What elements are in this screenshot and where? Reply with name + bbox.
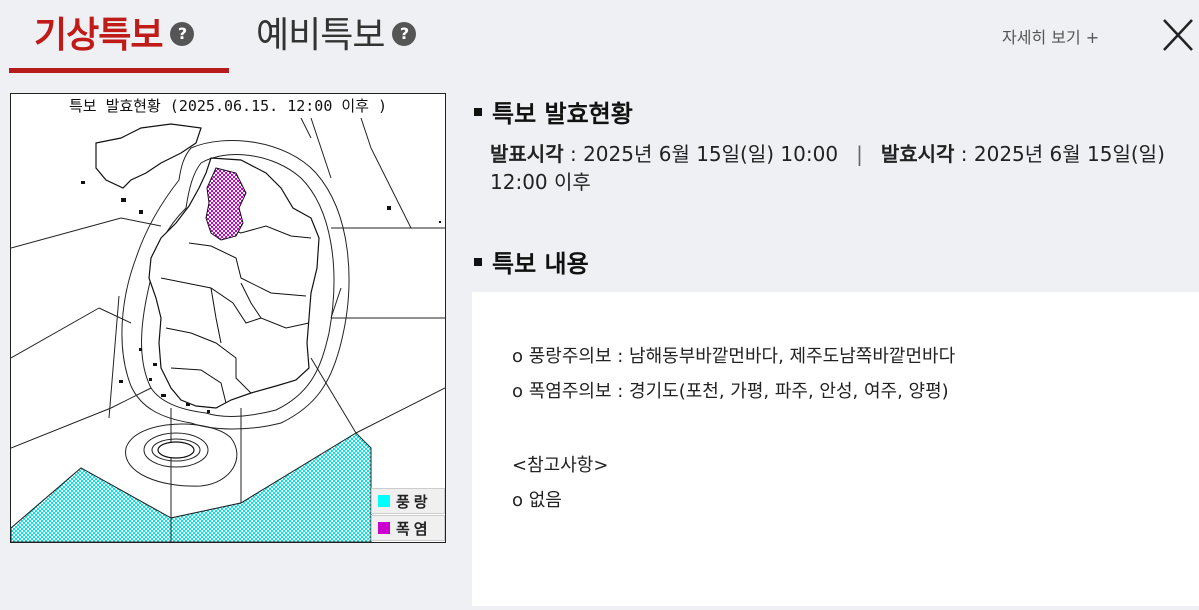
tab-preliminary-warning[interactable]: 예비특보 ?	[256, 6, 417, 58]
map-title: 특보 발효현황 (2025.06.15. 12:00 이후 )	[11, 94, 445, 118]
status-heading-text: 특보 발효현황	[492, 100, 633, 128]
korea-map	[11, 118, 445, 542]
content-line: <참고사항>	[512, 455, 609, 476]
land-outline	[95, 123, 320, 459]
active-tab-indicator	[9, 68, 229, 73]
warning-tabs: 기상특보 ? 예비특보 ?	[0, 0, 700, 74]
square-bullet-icon	[474, 257, 482, 266]
close-button[interactable]	[1158, 14, 1198, 54]
close-icon	[1163, 19, 1193, 51]
tab-weather-warning[interactable]: 기상특보 ?	[34, 6, 195, 58]
legend-swatch	[378, 495, 390, 507]
help-icon[interactable]: ?	[392, 22, 417, 46]
tab-weather-warning-label: 기상특보	[34, 15, 163, 56]
map-legend: 풍랑 폭염	[371, 488, 445, 542]
content-heading: 특보 내용	[474, 244, 589, 279]
sea-warning-area-jeju-south	[11, 467, 172, 542]
help-icon[interactable]: ?	[170, 22, 195, 46]
warning-content-box: o 풍랑주의보 : 남해동부바깥먼바다, 제주도남쪽바깥먼바다 o 폭염주의보 …	[472, 292, 1199, 606]
legend-swatch	[378, 522, 390, 534]
announce-value: : 2025년 6월 15일(일) 10:00	[563, 142, 839, 166]
tab-preliminary-warning-label: 예비특보	[256, 15, 385, 56]
legend-label: 폭염	[396, 519, 432, 538]
issue-time-info: 발표시각 : 2025년 6월 15일(일) 10:00 | 발효시각 : 2025…	[490, 140, 1190, 196]
status-heading: 특보 발효현황	[474, 94, 633, 129]
content-line: o 없음	[512, 490, 562, 511]
square-bullet-icon	[474, 107, 482, 116]
separator: |	[856, 142, 863, 166]
content-heading-text: 특보 내용	[492, 250, 589, 278]
legend-item-sea-wave: 풍랑	[371, 488, 445, 514]
announce-label: 발표시각	[490, 142, 564, 166]
effective-label: 발효시각	[880, 142, 955, 166]
content-line: o 폭염주의보 : 경기도(포천, 가평, 파주, 안성, 여주, 양평)	[512, 381, 949, 402]
sea-warning-area-south-east	[170, 432, 372, 542]
legend-item-heat-wave: 폭염	[371, 515, 445, 541]
content-line: o 풍랑주의보 : 남해동부바깥먼바다, 제주도남쪽바깥먼바다	[512, 346, 956, 367]
detail-view-link[interactable]: 자세히 보기 +	[1002, 24, 1099, 48]
warning-map: 특보 발효현황 (2025.06.15. 12:00 이후 ) 풍랑 폭염	[10, 93, 446, 543]
legend-label: 풍랑	[396, 492, 432, 511]
